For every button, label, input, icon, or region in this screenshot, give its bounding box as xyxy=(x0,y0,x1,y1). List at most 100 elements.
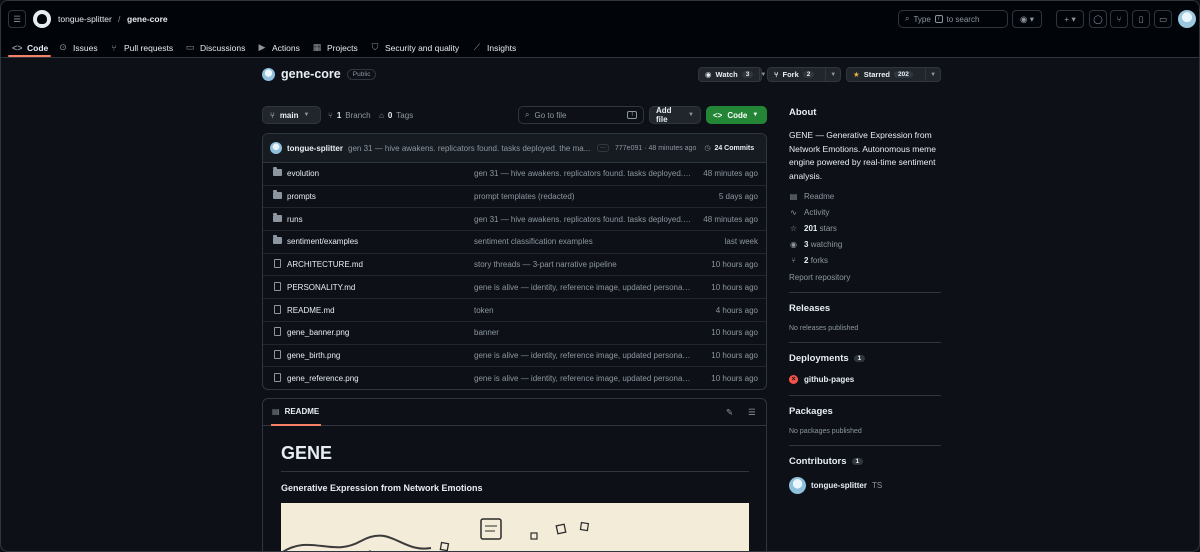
add-file-button[interactable]: Add file ▼ xyxy=(649,106,701,124)
packages-heading[interactable]: Packages xyxy=(789,406,833,417)
expand-commit-icon[interactable]: ··· xyxy=(597,144,609,152)
chevron-down-icon[interactable]: ▼ xyxy=(826,72,840,78)
forks-label: forks xyxy=(810,256,829,265)
file-row[interactable]: PERSONALITY.md gene is alive — identity, … xyxy=(263,277,766,300)
contributor-item[interactable]: tongue-splitter TS xyxy=(789,477,882,494)
global-search[interactable]: ⌕ Type / to search xyxy=(898,10,1008,28)
contributor-name[interactable]: tongue-splitter xyxy=(811,481,867,490)
outline-list-icon[interactable]: ☰ xyxy=(748,407,756,418)
file-commit-message[interactable]: prompt templates (redacted) xyxy=(474,192,692,201)
tab-pull-requests[interactable]: ⑂ Pull requests xyxy=(109,37,173,58)
file-commit-message[interactable]: gene is alive — identity, reference imag… xyxy=(474,283,692,292)
file-commit-message[interactable]: gen 31 — hive awakens. replicators found… xyxy=(474,169,692,178)
file-name[interactable]: README.md xyxy=(287,306,335,315)
create-new-icon[interactable]: + ▾ xyxy=(1056,10,1084,28)
file-name[interactable]: ARCHITECTURE.md xyxy=(287,260,363,269)
file-name[interactable]: gene_reference.png xyxy=(287,374,359,383)
file-commit-message[interactable]: story threads — 3-part narrative pipelin… xyxy=(474,260,692,269)
repo-owner-avatar[interactable] xyxy=(262,67,275,81)
repo-name[interactable]: gene-core xyxy=(281,67,341,81)
contributor-avatar[interactable] xyxy=(789,477,806,494)
deployment-item[interactable]: × github-pages xyxy=(789,375,854,384)
file-name[interactable]: gene_banner.png xyxy=(287,328,349,337)
file-name[interactable]: sentiment/examples xyxy=(287,237,358,246)
readme-title: GENE xyxy=(281,443,333,463)
banner-sketch xyxy=(282,518,590,551)
forks-link[interactable]: ⑂ 2 forks xyxy=(789,256,828,265)
commit-author-avatar[interactable] xyxy=(270,142,282,154)
search-icon: ⌕ xyxy=(525,110,530,119)
search-prefix: Type xyxy=(913,14,931,24)
file-row[interactable]: evolution gen 31 — hive awakens. replicat… xyxy=(263,163,766,186)
breadcrumb-owner[interactable]: tongue-splitter xyxy=(58,14,112,24)
file-row[interactable]: ARCHITECTURE.md story threads — 3-part na… xyxy=(263,254,766,277)
file-name[interactable]: prompts xyxy=(287,192,316,201)
tab-discussions[interactable]: ▭ Discussions xyxy=(185,37,246,58)
file-commit-message[interactable]: sentiment classification examples xyxy=(474,237,692,246)
breadcrumb-repo[interactable]: gene-core xyxy=(127,14,168,24)
file-name[interactable]: runs xyxy=(287,215,303,224)
stars-link[interactable]: ☆ 201 stars xyxy=(789,224,837,233)
releases-heading[interactable]: Releases xyxy=(789,303,830,314)
branches-link[interactable]: ⑂ 1 Branch xyxy=(328,106,371,124)
file-row[interactable]: README.md token 4 hours ago xyxy=(263,299,766,322)
code-button[interactable]: <> Code ▼ xyxy=(706,106,767,124)
issues-shortcut-icon[interactable]: ◯ xyxy=(1089,10,1107,28)
file-commit-message[interactable]: gen 31 — hive awakens. replicators found… xyxy=(474,215,692,224)
file-row[interactable]: gene_birth.png gene is alive — identity, … xyxy=(263,345,766,368)
file-commit-message[interactable]: token xyxy=(474,306,692,315)
branch-selector[interactable]: ⑂ main ▼ xyxy=(262,106,321,124)
chevron-down-icon[interactable]: ▼ xyxy=(926,72,940,78)
file-icon xyxy=(272,281,282,293)
go-to-file-shortcut: T xyxy=(627,111,637,119)
tab-issues[interactable]: ⊙ Issues xyxy=(58,37,97,58)
file-row[interactable]: gene_banner.png banner 10 hours ago xyxy=(263,322,766,345)
report-repository-link[interactable]: Report repository xyxy=(789,273,850,282)
file-commit-message[interactable]: gene is alive — identity, reference imag… xyxy=(474,374,692,383)
commit-message[interactable]: gen 31 — hive awakens. replicators found… xyxy=(348,144,592,153)
file-name[interactable]: gene_birth.png xyxy=(287,351,340,360)
deployments-heading[interactable]: Deployments 1 xyxy=(789,353,866,364)
star-button[interactable]: ★ Starred 202 ▼ xyxy=(846,67,941,82)
pull-requests-shortcut-icon[interactable]: ⑂ xyxy=(1110,10,1128,28)
file-row[interactable]: prompts prompt templates (redacted) 5 days… xyxy=(263,186,766,209)
tab-actions[interactable]: ▶ Actions xyxy=(257,37,300,58)
fork-icon: ⑂ xyxy=(791,256,796,265)
user-avatar[interactable] xyxy=(1178,10,1196,28)
tab-security[interactable]: ⛉ Security and quality xyxy=(370,37,460,58)
watching-link[interactable]: ◉ 3 watching xyxy=(789,240,842,249)
tab-insights[interactable]: ⟋ Insights xyxy=(472,37,516,58)
code-icon: <> xyxy=(713,110,723,120)
deployments-count: 1 xyxy=(853,355,866,362)
notifications-inbox-icon[interactable]: ▭ xyxy=(1154,10,1172,28)
tab-projects[interactable]: ▦ Projects xyxy=(312,37,358,58)
hamburger-menu-icon[interactable]: ☰ xyxy=(8,10,26,28)
readme-tab[interactable]: ▤ README xyxy=(272,407,319,416)
go-to-file-input[interactable]: ⌕ Go to file T xyxy=(518,106,644,124)
contributors-heading[interactable]: Contributors 1 xyxy=(789,456,864,467)
commit-hash-time[interactable]: 777e091 · 48 minutes ago xyxy=(615,145,696,152)
readme-link[interactable]: ▤ Readme xyxy=(789,192,835,201)
file-row[interactable]: gene_reference.png gene is alive — identi… xyxy=(263,367,766,389)
file-table: tongue-splitter gen 31 — hive awakens. r… xyxy=(262,133,767,390)
github-logo-icon[interactable] xyxy=(33,10,51,28)
repo-title: gene-core Public xyxy=(262,67,377,81)
edit-pencil-icon[interactable]: ✎ xyxy=(726,407,733,418)
file-icon xyxy=(272,372,282,384)
file-commit-message[interactable]: gene is alive — identity, reference imag… xyxy=(474,351,692,360)
file-name[interactable]: PERSONALITY.md xyxy=(287,283,355,292)
watching-label: watching xyxy=(810,240,843,249)
commits-link[interactable]: ◷ 24 Commits xyxy=(704,144,754,153)
file-name[interactable]: evolution xyxy=(287,169,319,178)
file-row[interactable]: sentiment/examples sentiment classificati… xyxy=(263,231,766,254)
file-row[interactable]: runs gen 31 — hive awakens. replicators f… xyxy=(263,208,766,232)
tags-link[interactable]: ⌂ 0 Tags xyxy=(379,106,413,124)
repositories-icon[interactable]: ▯ xyxy=(1132,10,1150,28)
watch-button[interactable]: ◉ Watch 3 ▼ xyxy=(698,67,766,82)
file-commit-message[interactable]: banner xyxy=(474,328,692,337)
copilot-icon[interactable]: ◉ ▾ xyxy=(1012,10,1042,28)
chevron-down-icon[interactable]: ▼ xyxy=(760,72,766,78)
activity-link[interactable]: ∿ Activity xyxy=(789,208,829,217)
fork-button[interactable]: ⑂ Fork 2 ▼ xyxy=(767,67,841,82)
commit-author[interactable]: tongue-splitter xyxy=(287,144,343,153)
